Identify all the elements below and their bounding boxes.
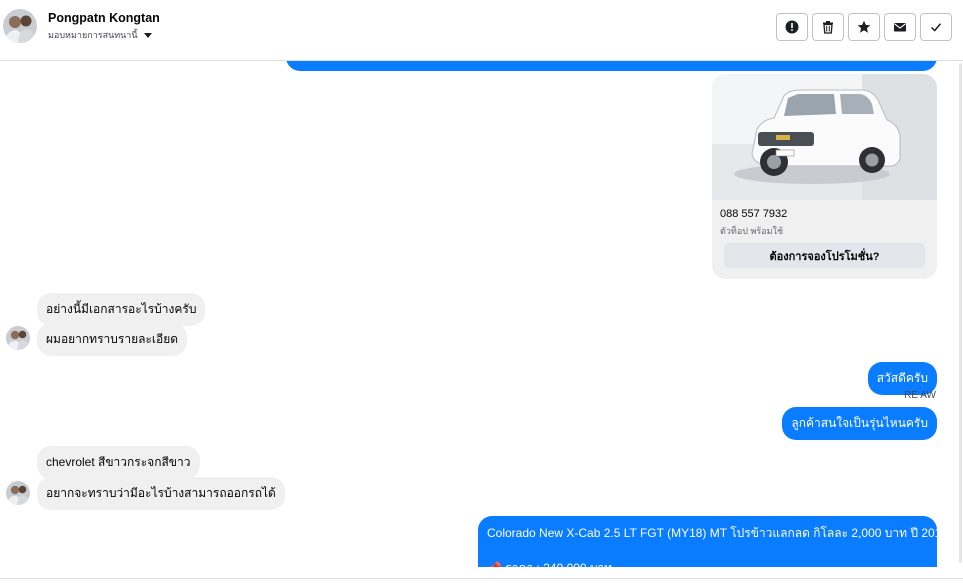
scrollbar[interactable] <box>959 63 962 563</box>
mark-spam-button[interactable] <box>776 13 808 41</box>
trash-icon <box>823 21 833 34</box>
message-thread[interactable]: 088 557 7932 ตัวท็อป พร้อมใช้ ต้องการจอง… <box>0 61 963 567</box>
car-photo[interactable] <box>712 74 937 200</box>
assign-label: มอบหมายการสนทนานี้ <box>48 30 138 40</box>
message-line: 📌 ราคา : 249,000 บาท <box>487 559 928 567</box>
composer-divider <box>0 578 963 583</box>
envelope-icon <box>894 23 906 32</box>
sender-avatar[interactable] <box>6 326 30 350</box>
card-title: 088 557 7932 <box>720 208 788 220</box>
star-icon <box>857 20 871 33</box>
message-bubble-incoming[interactable]: chevrolet สีขาวกระจกสีขาว <box>37 446 200 479</box>
card-action-button[interactable]: ต้องการจองโปรโมชั่น? <box>724 243 925 268</box>
header-actions <box>776 13 952 41</box>
sender-avatar[interactable] <box>6 481 30 505</box>
card-subtitle: ตัวท็อป พร้อมใช้ <box>720 226 784 236</box>
product-card: 088 557 7932 ตัวท็อป พร้อมใช้ ต้องการจอง… <box>712 74 937 279</box>
contact-name: Pongpatn Kongtan <box>48 11 160 25</box>
delete-button[interactable] <box>812 13 844 41</box>
mark-unread-button[interactable] <box>884 13 916 41</box>
message-bubble-outgoing-partial <box>286 61 937 71</box>
contact-avatar[interactable] <box>3 9 37 43</box>
message-bubble-incoming[interactable]: อยากจะทราบว่ามีอะไรบ้างสามารถออกรถได้ <box>37 477 285 510</box>
star-button[interactable] <box>848 13 880 41</box>
check-icon <box>930 23 942 32</box>
mark-done-button[interactable] <box>920 13 952 41</box>
message-line: Colorado New X-Cab 2.5 LT FGT (MY18) MT … <box>487 526 949 540</box>
message-bubble-outgoing-long[interactable]: Colorado New X-Cab 2.5 LT FGT (MY18) MT … <box>478 516 949 567</box>
message-bubble-outgoing[interactable]: ลูกค้าสนใจเป็นรุ่นไหนครับ <box>782 407 937 440</box>
assign-conversation-dropdown[interactable]: มอบหมายการสนทนานี้ <box>48 28 152 42</box>
message-bubble-incoming[interactable]: อย่างนี้มีเอกสารอะไรบ้างครับ <box>37 293 206 326</box>
caret-down-icon <box>143 32 152 38</box>
message-bubble-incoming[interactable]: ผมอยากทราบรายละเอียด <box>37 323 188 356</box>
exclamation-icon <box>785 20 799 34</box>
sender-label: RE AW <box>904 390 936 401</box>
conversation-header: Pongpatn Kongtan มอบหมายการสนทนานี้ <box>0 0 963 61</box>
